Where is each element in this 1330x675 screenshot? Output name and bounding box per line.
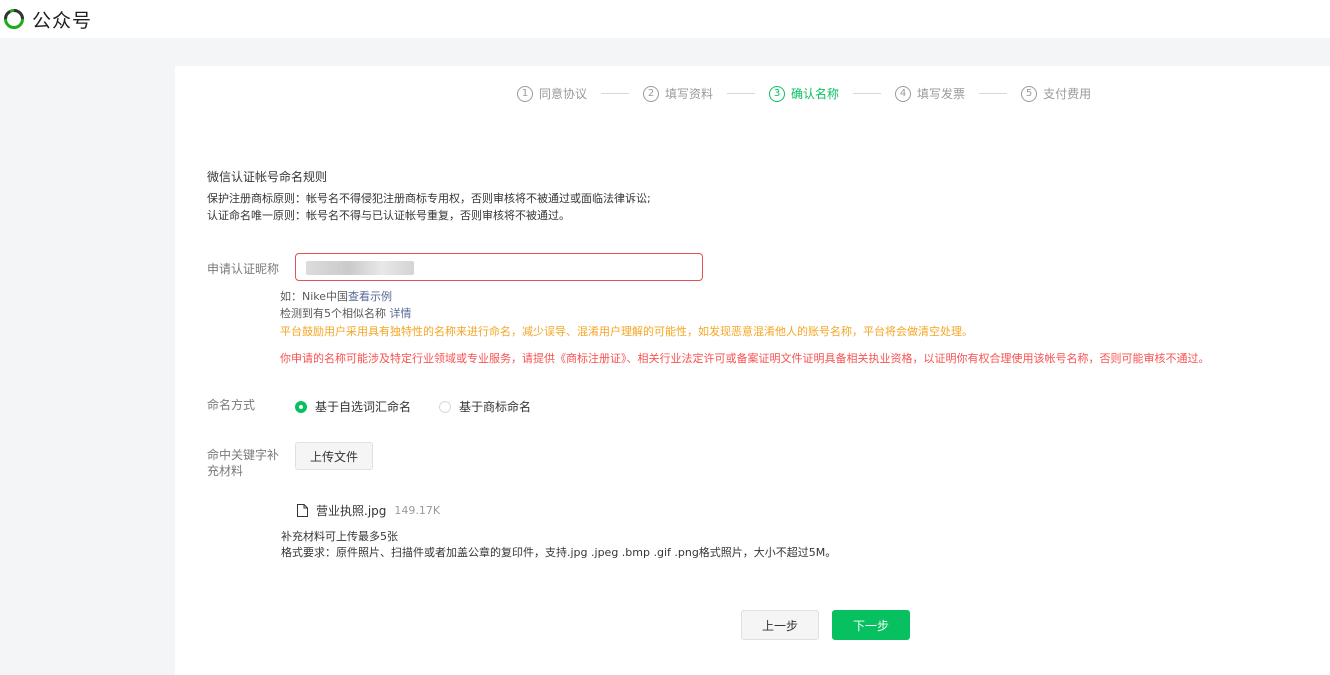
materials-label: 命中关键字补充材料: [207, 448, 280, 478]
next-step-button[interactable]: 下一步: [832, 610, 910, 640]
step-label: 确认名称: [791, 87, 840, 101]
name-field-label: 申请认证昵称: [207, 262, 280, 276]
step-label: 填写发票: [917, 87, 966, 101]
file-size: 149.17K: [394, 504, 441, 517]
blurred-nickname-value: [306, 261, 414, 275]
uploaded-file[interactable]: 营业执照.jpg 149.17K: [297, 502, 440, 519]
format-requirement-note: 格式要求：原件照片、扫描件或者加盖公章的复印件，支持.jpg .jpeg .bm…: [281, 546, 837, 559]
step-invoice: 4 填写发票: [895, 85, 965, 102]
previous-step-button[interactable]: 上一步: [741, 610, 819, 640]
upload-requirements: 补充材料可上传最多5张 格式要求：原件照片、扫描件或者加盖公章的复印件，支持.j…: [281, 529, 836, 561]
step-label: 填写资料: [665, 87, 714, 101]
nickname-input[interactable]: [295, 253, 703, 281]
step-connector: [727, 93, 756, 94]
originality-warning: 平台鼓励用户采用具有独特性的名称来进行命名，减少误导、混淆用户理解的可能性，如发…: [280, 325, 973, 338]
view-example-link[interactable]: 查看示例: [348, 290, 392, 303]
step-fill-info: 2 填写资料: [643, 85, 713, 102]
step-connector: [979, 93, 1008, 94]
similar-details-link[interactable]: 详情: [390, 307, 412, 320]
step-label: 同意协议: [539, 87, 588, 101]
step-number: 1: [517, 85, 533, 102]
name-example-hint: 如：Nike中国查看示例: [280, 289, 392, 304]
step-number: 4: [895, 85, 912, 102]
radio-trademark[interactable]: 基于商标命名: [439, 398, 531, 415]
radio-custom-words[interactable]: 基于自选词汇命名: [295, 398, 411, 415]
progress-steps: 1 同意协议 2 填写资料 3 确认名称 4 填写发票 5 支付费用: [517, 85, 1091, 102]
qualification-warning: 你申请的名称可能涉及特定行业领域或专业服务，请提供《商标注册证》、相关行业法定许…: [280, 352, 1210, 365]
step-label: 支付费用: [1043, 87, 1092, 101]
step-number: 5: [1021, 85, 1038, 102]
step-payment: 5 支付费用: [1021, 85, 1091, 102]
step-number: 2: [643, 85, 660, 102]
top-bar: 公众号: [0, 0, 1330, 38]
radio-label: 基于自选词汇命名: [315, 400, 412, 414]
step-connector: [853, 93, 882, 94]
radio-unchecked-icon: [439, 400, 452, 413]
similar-name-hint: 检测到有5个相似名称 详情: [280, 306, 412, 321]
rules-title: 微信认证帐号命名规则: [207, 170, 328, 184]
similar-count-text: 检测到有5个相似名称: [280, 307, 386, 320]
naming-rules: 微信认证帐号命名规则 保护注册商标原则：帐号名不得侵犯注册商标专用权，否则审核将…: [207, 169, 651, 224]
naming-method-label: 命名方式: [207, 398, 256, 412]
rule-trademark: 保护注册商标原则：帐号名不得侵犯注册商标专用权，否则审核将不被通过或面临法律诉讼…: [207, 192, 651, 205]
file-icon: [297, 504, 308, 517]
upload-limit-note: 补充材料可上传最多5张: [281, 530, 398, 543]
step-confirm-name: 3 确认名称: [769, 85, 839, 102]
naming-method-radios: 基于自选词汇命名 基于商标命名: [295, 398, 559, 415]
example-prefix: 如：Nike中国: [280, 290, 349, 303]
main-card: 1 同意协议 2 填写资料 3 确认名称 4 填写发票 5 支付费用 微信认证帐…: [175, 66, 1330, 675]
step-agree: 1 同意协议: [517, 85, 587, 102]
radio-label: 基于商标命名: [459, 400, 532, 414]
brand-title[interactable]: 公众号: [32, 6, 92, 33]
step-connector: [601, 93, 630, 94]
wechat-official-account-logo-icon[interactable]: [4, 9, 24, 29]
step-number: 3: [769, 85, 786, 102]
upload-file-button[interactable]: 上传文件: [295, 442, 373, 470]
rule-unique: 认证命名唯一原则：帐号名不得与已认证帐号重复，否则审核将不被通过。: [207, 209, 570, 222]
file-name: 营业执照.jpg: [316, 504, 387, 518]
radio-checked-icon: [295, 400, 307, 413]
